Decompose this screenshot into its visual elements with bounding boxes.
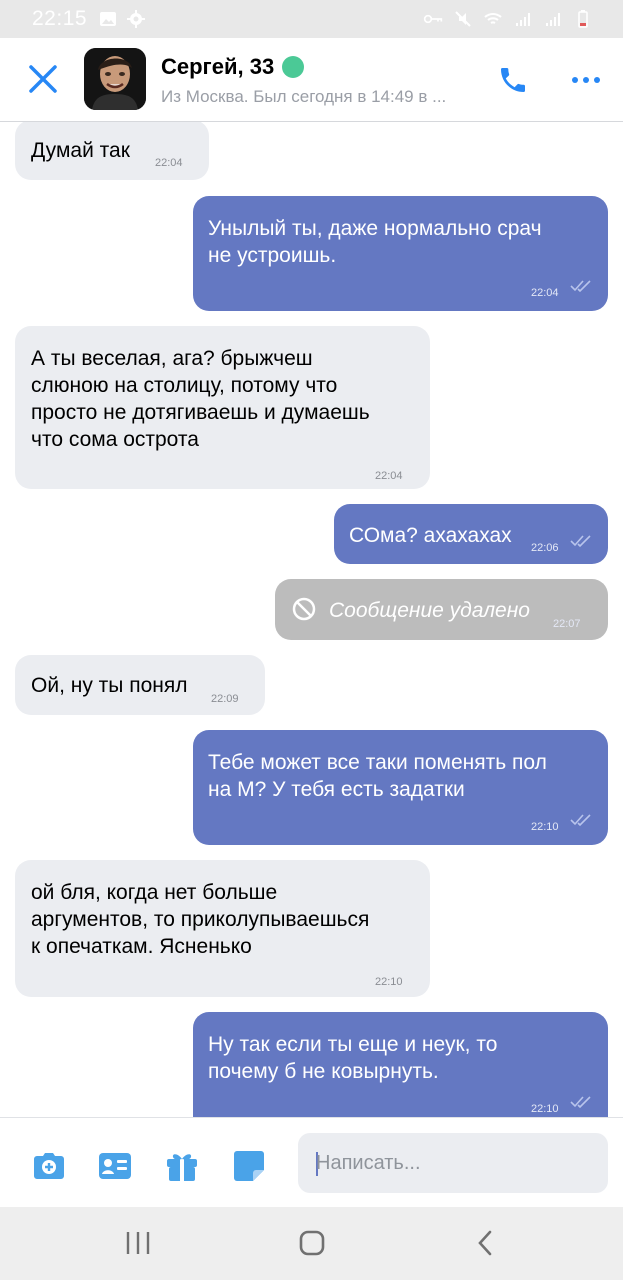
- key-icon: [423, 14, 443, 24]
- message-time: 22:10: [375, 976, 403, 988]
- message-outgoing[interactable]: Тебе может все таки поменять пол на М? У…: [193, 730, 608, 845]
- message-time: 22:04: [155, 157, 183, 169]
- message-incoming[interactable]: А ты веселая, ага? брыжчеш слюною на сто…: [15, 326, 430, 489]
- message-incoming[interactable]: ой бля, когда нет больше аргументов, то …: [15, 860, 430, 997]
- message-text: Унылый ты, даже нормально срач: [208, 217, 542, 240]
- message-input[interactable]: [316, 1133, 596, 1193]
- message-text: на М? У тебя есть задатки: [208, 778, 465, 801]
- message-text: аргументов, то приколупываешься: [31, 908, 370, 931]
- sticker-button[interactable]: [231, 1148, 267, 1184]
- message-time: 22:04: [375, 470, 403, 482]
- message-time: 22:09: [211, 693, 239, 705]
- read-check-icon: [570, 535, 591, 547]
- gift-icon: [167, 1154, 197, 1181]
- mute-icon: [455, 11, 471, 27]
- status-bar: 22:15: [0, 0, 623, 38]
- message-text: Ой, ну ты понял: [31, 674, 188, 697]
- wifi-icon: [484, 13, 502, 24]
- message-outgoing[interactable]: Унылый ты, даже нормально срач не устрои…: [193, 196, 608, 311]
- message-text: ой бля, когда нет больше: [31, 881, 278, 904]
- contact-status: Из Москва. Был сегодня в 14:49 в ...: [161, 87, 447, 106]
- message-outgoing[interactable]: Ну так если ты еще и неук, то почему б н…: [193, 1012, 608, 1117]
- message-input-container: [298, 1133, 608, 1193]
- message-text: к опечаткам. Ясненько: [31, 935, 252, 958]
- message-text: слюною на столицу, потому что: [31, 374, 338, 397]
- blocked-icon: [292, 597, 316, 621]
- camera-plus-icon: [34, 1153, 64, 1179]
- message-time: 22:04: [531, 287, 559, 299]
- sticker-icon: [234, 1151, 264, 1181]
- phone-icon: [501, 68, 525, 92]
- avatar[interactable]: [84, 48, 146, 110]
- message-text: не устроишь.: [208, 244, 337, 267]
- read-check-icon: [570, 1096, 591, 1108]
- message-incoming[interactable]: Думай так 22:04: [15, 122, 209, 180]
- more-dot: [583, 77, 589, 83]
- signal-icon: [546, 13, 560, 26]
- close-icon: [29, 65, 57, 93]
- contact-name[interactable]: Сергей, 33: [161, 54, 274, 80]
- attach-photo-button[interactable]: [31, 1148, 67, 1184]
- message-time: 22:10: [531, 821, 559, 833]
- message-outgoing[interactable]: СОма? ахахахах 22:06: [334, 504, 608, 564]
- message-text: Тебе может все таки поменять пол: [208, 751, 547, 774]
- message-text: СОма? ахахахах: [349, 524, 512, 547]
- more-dot: [594, 77, 600, 83]
- recent-apps-icon: [126, 1232, 150, 1254]
- gear-icon: [127, 10, 145, 28]
- online-indicator: [282, 56, 305, 78]
- home-icon: [299, 1230, 325, 1256]
- call-button[interactable]: [493, 60, 533, 100]
- home-button[interactable]: [292, 1227, 332, 1259]
- status-time: 22:15: [32, 7, 88, 30]
- message-text: А ты веселая, ага? брыжчеш: [31, 347, 313, 370]
- message-deleted[interactable]: Сообщение удалено 22:07: [275, 579, 608, 640]
- back-button[interactable]: [466, 1227, 506, 1259]
- back-icon: [478, 1230, 492, 1256]
- message-text: что сома острота: [31, 428, 199, 451]
- message-composer: [0, 1117, 623, 1207]
- battery-low-icon: [578, 10, 588, 28]
- recent-apps-button[interactable]: [118, 1227, 158, 1259]
- system-nav-bar: [0, 1207, 623, 1280]
- message-text: Думай так: [31, 139, 130, 162]
- read-check-icon: [570, 814, 591, 826]
- close-button[interactable]: [22, 58, 64, 100]
- more-dot: [572, 77, 578, 83]
- signal-icon: [516, 13, 530, 26]
- read-check-icon: [570, 280, 591, 292]
- message-time: 22:06: [531, 542, 559, 554]
- more-options-button[interactable]: [563, 60, 609, 100]
- message-text: почему б не ковырнуть.: [208, 1060, 439, 1083]
- message-time: 22:07: [553, 618, 581, 630]
- send-gift-button[interactable]: [164, 1148, 200, 1184]
- image-icon: [100, 12, 116, 26]
- attach-contact-button[interactable]: [97, 1148, 133, 1184]
- message-list[interactable]: Думай так 22:04 Унылый ты, даже нормальн…: [0, 122, 623, 1117]
- message-text: просто не дотягиваешь и думаешь: [31, 401, 370, 424]
- message-incoming[interactable]: Ой, ну ты понял 22:09: [15, 655, 265, 715]
- message-text: Ну так если ты еще и неук, то: [208, 1033, 498, 1056]
- message-text: Сообщение удалено: [329, 599, 530, 622]
- message-time: 22:10: [531, 1103, 559, 1115]
- contact-card-icon: [99, 1153, 131, 1179]
- chat-header: Сергей, 33 Из Москва. Был сегодня в 14:4…: [0, 38, 623, 122]
